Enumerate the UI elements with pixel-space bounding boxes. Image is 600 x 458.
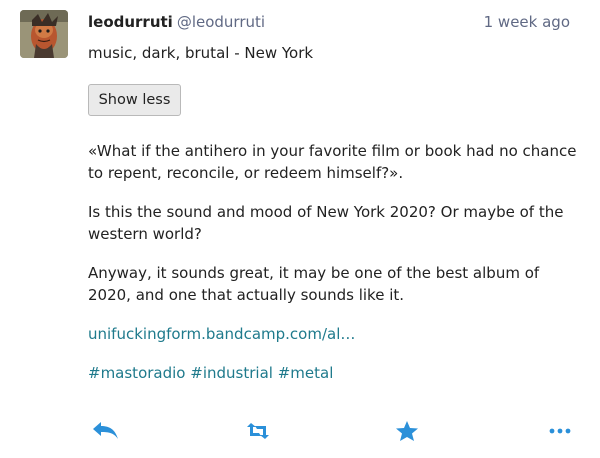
bandcamp-link[interactable]: unifuckingform.bandcamp.com/al… bbox=[88, 325, 355, 343]
reply-icon bbox=[93, 422, 118, 439]
boost-icon bbox=[247, 423, 269, 439]
status-header: leodurruti @leodurruti 1 week ago bbox=[88, 12, 570, 34]
favourite-button[interactable] bbox=[392, 416, 422, 446]
hashtag-metal[interactable]: #metal bbox=[278, 364, 334, 382]
hashtags: #mastoradio #industrial #metal bbox=[88, 362, 583, 384]
timestamp[interactable]: 1 week ago bbox=[484, 12, 570, 32]
content-paragraph: Anyway, it sounds great, it may be one o… bbox=[88, 264, 540, 304]
ellipsis-icon bbox=[549, 428, 571, 434]
avatar-image bbox=[20, 10, 68, 58]
hashtag-mastoradio[interactable]: #mastoradio bbox=[88, 364, 185, 382]
display-name[interactable]: leodurruti bbox=[88, 13, 173, 31]
reply-button[interactable] bbox=[91, 416, 121, 446]
account-handle[interactable]: @leodurruti bbox=[177, 13, 265, 31]
spoiler-text: music, dark, brutal - New York bbox=[88, 44, 314, 62]
status-content: «What if the antihero in your favorite f… bbox=[88, 140, 583, 401]
status-card: leodurruti @leodurruti 1 week ago music, … bbox=[0, 0, 600, 458]
content-paragraph: «What if the antihero in your favorite f… bbox=[88, 142, 577, 182]
show-less-button[interactable]: Show less bbox=[88, 84, 181, 116]
link-paragraph: unifuckingform.bandcamp.com/al… bbox=[88, 323, 583, 345]
content-paragraph: Is this the sound and mood of New York 2… bbox=[88, 203, 564, 243]
hashtag-industrial[interactable]: #industrial bbox=[190, 364, 273, 382]
action-bar bbox=[88, 416, 583, 446]
boost-button[interactable] bbox=[243, 416, 273, 446]
avatar[interactable] bbox=[20, 10, 68, 58]
more-button[interactable] bbox=[545, 416, 575, 446]
star-icon bbox=[396, 421, 418, 441]
